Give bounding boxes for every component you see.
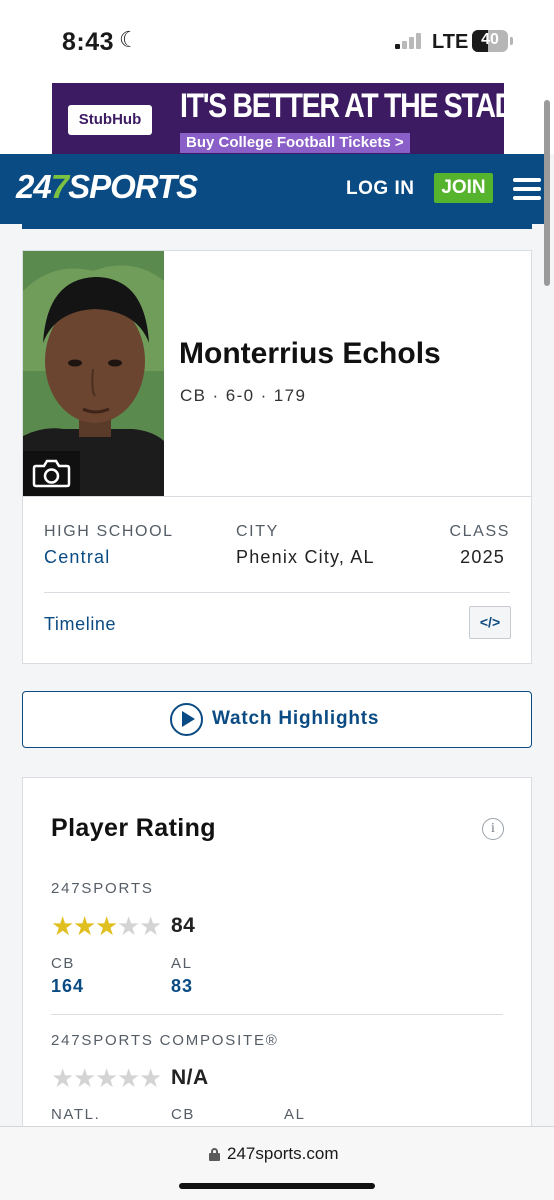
status-bar: 8:43 ☾ LTE 40 — [0, 0, 554, 82]
rank-value-al[interactable]: 83 — [171, 976, 193, 997]
ad-brand-logo: StubHub — [68, 105, 152, 135]
star-icon: ★ — [139, 1063, 163, 1093]
player-profile-card: Monterrius Echols CB · 6-0 · 179 HIGH SC… — [22, 250, 532, 664]
moon-icon: ☾ — [119, 27, 139, 52]
rank-value-cb[interactable]: 164 — [51, 976, 84, 997]
high-school-label: HIGH SCHOOL — [44, 523, 174, 540]
composite-rating-label: 247SPORTS COMPOSITE® — [51, 1032, 279, 1049]
composite-rank-label-natl: NATL. — [51, 1106, 101, 1123]
play-icon — [170, 703, 203, 736]
player-name: Monterrius Echols — [179, 337, 441, 370]
star-icon: ★ — [117, 1063, 141, 1093]
composite-rank-label-cb: CB — [171, 1106, 196, 1123]
logo-seven: 7 — [50, 168, 69, 205]
star-icon: ★ — [51, 1063, 75, 1093]
divider — [23, 496, 531, 497]
class-value: 2025 — [460, 547, 505, 567]
star-icon: ★ — [73, 1063, 97, 1093]
star-icon: ★ — [51, 911, 75, 941]
divider — [51, 1014, 503, 1015]
network-type: LTE — [432, 31, 469, 53]
lock-icon — [209, 1148, 220, 1161]
city-label: CITY — [236, 523, 279, 540]
247sports-rating-label: 247SPORTS — [51, 880, 154, 897]
status-time: 8:43 — [62, 28, 115, 56]
player-rating-card: Player Rating i 247SPORTS ★ ★ ★ ★ ★ 84 CB 16… — [22, 777, 532, 1137]
star-icon: ★ — [95, 1063, 119, 1093]
signal-icon — [395, 33, 423, 49]
composite-score: N/A — [171, 1066, 209, 1089]
rank-label-cb: CB — [51, 955, 76, 972]
star-icon: ★ — [139, 911, 163, 941]
high-school-link[interactable]: Central — [44, 547, 110, 568]
site-header: 247SPORTS LOG IN JOIN — [0, 154, 544, 224]
star-icon: ★ — [73, 911, 97, 941]
watch-highlights-button[interactable]: Watch Highlights — [22, 691, 532, 748]
divider — [44, 592, 510, 593]
info-icon[interactable]: i — [482, 818, 504, 840]
composite-star-rating: ★ ★ ★ ★ ★ — [51, 1063, 163, 1093]
city-value: Phenix City, AL — [236, 547, 375, 567]
join-button[interactable]: JOIN — [434, 173, 493, 203]
hamburger-menu-icon[interactable] — [513, 178, 541, 200]
logo-prefix: 24 — [16, 168, 52, 205]
browser-url-bar[interactable]: 247sports.com — [0, 1126, 554, 1200]
logo-suffix: SPORTS — [68, 168, 198, 205]
timeline-link[interactable]: Timeline — [44, 614, 116, 635]
battery-icon: 40 — [472, 30, 508, 52]
camera-icon[interactable] — [23, 451, 80, 496]
ad-content[interactable]: StubHub IT'S BETTER AT THE STADIUM Buy C… — [52, 83, 554, 154]
site-logo[interactable]: 247SPORTS — [16, 168, 198, 206]
page-scrollbar[interactable] — [544, 100, 550, 286]
247sports-score: 84 — [171, 914, 196, 937]
star-icon: ★ — [117, 911, 141, 941]
player-photo[interactable] — [23, 251, 164, 496]
composite-rank-label-al: AL — [284, 1106, 306, 1123]
rating-title: Player Rating — [51, 814, 216, 842]
star-icon: ★ — [95, 911, 119, 941]
class-label: CLASS — [449, 523, 510, 540]
247sports-star-rating: ★ ★ ★ ★ ★ — [51, 911, 163, 941]
ad-banner[interactable]: StubHub IT'S BETTER AT THE STADIUM Buy C… — [0, 82, 554, 154]
watch-highlights-label: Watch Highlights — [212, 708, 380, 729]
battery-nub — [510, 37, 513, 45]
ad-headline: IT'S BETTER AT THE STADIUM — [180, 87, 554, 125]
embed-code-button[interactable]: </> — [469, 606, 511, 639]
header-accent-strip — [22, 224, 532, 229]
ad-cta-link[interactable]: Buy College Football Tickets > — [180, 133, 410, 153]
url-text[interactable]: 247sports.com — [227, 1144, 339, 1164]
player-position-size: CB · 6-0 · 179 — [180, 386, 307, 405]
login-link[interactable]: LOG IN — [346, 178, 414, 200]
rank-label-al: AL — [171, 955, 193, 972]
home-indicator[interactable] — [179, 1183, 375, 1189]
battery-level: 40 — [481, 31, 499, 48]
